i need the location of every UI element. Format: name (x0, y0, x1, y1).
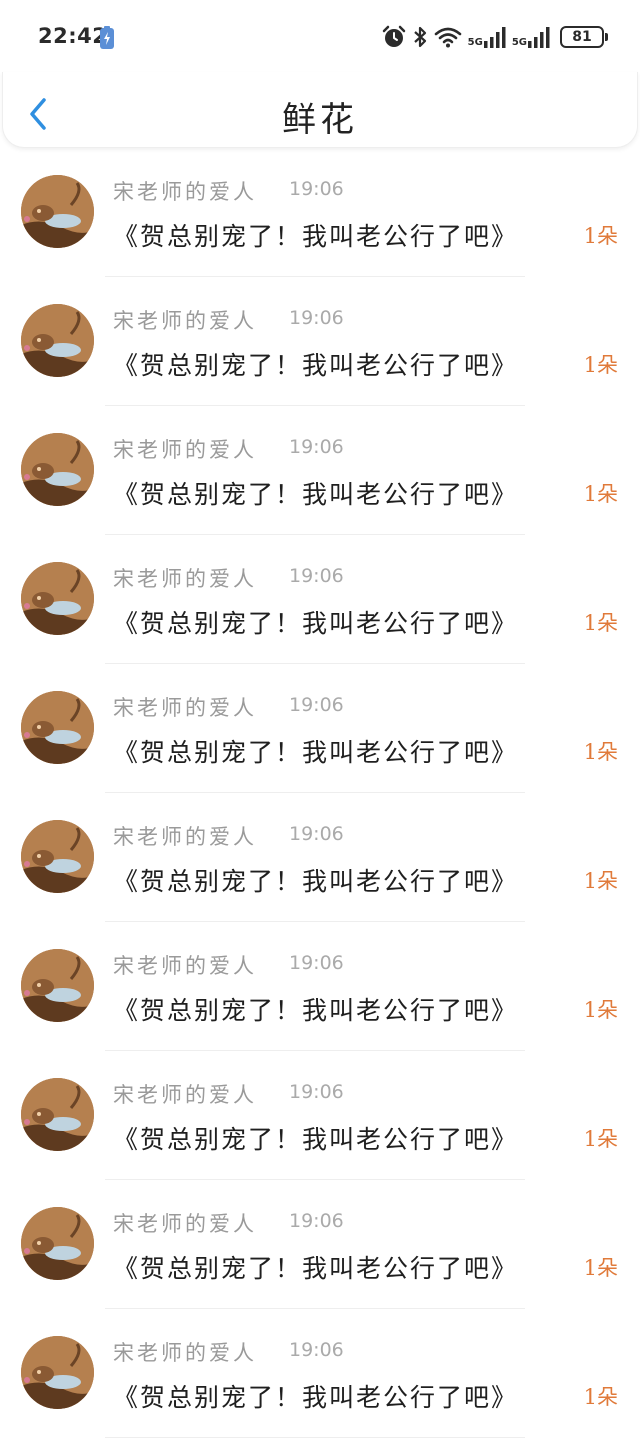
flower-count: 1朵 (583, 611, 618, 635)
avatar[interactable] (21, 691, 94, 764)
message-text: 《贺总别宠了！我叫老公行了吧》 (113, 738, 519, 767)
message-time: 19:06 (289, 694, 344, 716)
avatar[interactable] (21, 1336, 94, 1409)
network-type-2: 5G (511, 37, 527, 48)
message-time: 19:06 (289, 1339, 344, 1361)
list-item[interactable]: 宋老师的爱人 19:06 《贺总别宠了！我叫老公行了吧》 1朵 (0, 406, 640, 535)
message-text: 《贺总别宠了！我叫老公行了吧》 (113, 1383, 519, 1412)
avatar[interactable] (21, 1078, 94, 1151)
flower-count: 1朵 (583, 740, 618, 764)
sender-name: 宋老师的爱人 (113, 1083, 257, 1107)
flower-count: 1朵 (583, 869, 618, 893)
sender-name: 宋老师的爱人 (113, 825, 257, 849)
signal-2: 5G (512, 26, 550, 48)
message-time: 19:06 (289, 1210, 344, 1232)
avatar[interactable] (21, 562, 94, 635)
message-time: 19:06 (289, 952, 344, 974)
flower-count: 1朵 (583, 1385, 618, 1409)
sender-name: 宋老师的爱人 (113, 696, 257, 720)
page-title: 鲜花 (282, 100, 358, 140)
alarm-icon (382, 25, 406, 49)
message-time: 19:06 (289, 436, 344, 458)
message-text: 《贺总别宠了！我叫老公行了吧》 (113, 480, 519, 509)
message-time: 19:06 (289, 565, 344, 587)
message-text: 《贺总别宠了！我叫老公行了吧》 (113, 351, 519, 380)
sender-name: 宋老师的爱人 (113, 954, 257, 978)
message-text: 《贺总别宠了！我叫老公行了吧》 (113, 1125, 519, 1154)
list-item[interactable]: 宋老师的爱人 19:06 《贺总别宠了！我叫老公行了吧》 1朵 (0, 1309, 640, 1438)
battery-level: 81 (572, 29, 592, 45)
message-text: 《贺总别宠了！我叫老公行了吧》 (113, 222, 519, 251)
flower-count: 1朵 (583, 482, 618, 506)
sender-name: 宋老师的爱人 (113, 1212, 257, 1236)
flower-count: 1朵 (583, 353, 618, 377)
message-time: 19:06 (289, 823, 344, 845)
message-time: 19:06 (289, 178, 344, 200)
avatar[interactable] (21, 433, 94, 506)
avatar[interactable] (21, 820, 94, 893)
message-text: 《贺总别宠了！我叫老公行了吧》 (113, 867, 519, 896)
list-item[interactable]: 宋老师的爱人 19:06 《贺总别宠了！我叫老公行了吧》 1朵 (0, 1180, 640, 1309)
list-item[interactable]: 宋老师的爱人 19:06 《贺总别宠了！我叫老公行了吧》 1朵 (0, 1051, 640, 1180)
message-text: 《贺总别宠了！我叫老公行了吧》 (113, 609, 519, 638)
network-type-1: 5G (467, 37, 483, 48)
message-time: 19:06 (289, 1081, 344, 1103)
battery-icon: 81 (560, 26, 608, 48)
sender-name: 宋老师的爱人 (113, 438, 257, 462)
avatar[interactable] (21, 1207, 94, 1280)
signal-1: 5G (468, 26, 506, 48)
avatar[interactable] (21, 949, 94, 1022)
list-item[interactable]: 宋老师的爱人 19:06 《贺总别宠了！我叫老公行了吧》 1朵 (0, 664, 640, 793)
signal-bars-icon (483, 27, 506, 48)
flower-count: 1朵 (583, 1256, 618, 1280)
flower-count: 1朵 (583, 1127, 618, 1151)
sender-name: 宋老师的爱人 (113, 309, 257, 333)
status-icons: 5G 5G 81 (382, 22, 608, 52)
sender-name: 宋老师的爱人 (113, 180, 257, 204)
avatar[interactable] (21, 304, 94, 377)
sender-name: 宋老师的爱人 (113, 567, 257, 591)
avatar[interactable] (21, 175, 94, 248)
list-item[interactable]: 宋老师的爱人 19:06 《贺总别宠了！我叫老公行了吧》 1朵 (0, 148, 640, 277)
list-item[interactable]: 宋老师的爱人 19:06 《贺总别宠了！我叫老公行了吧》 1朵 (0, 277, 640, 406)
flower-count: 1朵 (583, 224, 618, 248)
status-bar: 22:42 5G 5G 81 (0, 0, 640, 72)
message-text: 《贺总别宠了！我叫老公行了吧》 (113, 1254, 519, 1283)
flower-list: 宋老师的爱人 19:06 《贺总别宠了！我叫老公行了吧》 1朵 宋老师的爱人 1… (0, 148, 640, 1438)
flower-count: 1朵 (583, 998, 618, 1022)
bluetooth-icon (412, 25, 428, 49)
list-item[interactable]: 宋老师的爱人 19:06 《贺总别宠了！我叫老公行了吧》 1朵 (0, 535, 640, 664)
message-text: 《贺总别宠了！我叫老公行了吧》 (113, 996, 519, 1025)
message-time: 19:06 (289, 307, 344, 329)
wifi-icon (434, 26, 462, 48)
status-time: 22:42 (38, 24, 108, 48)
sender-name: 宋老师的爱人 (113, 1341, 257, 1365)
list-item[interactable]: 宋老师的爱人 19:06 《贺总别宠了！我叫老公行了吧》 1朵 (0, 793, 640, 922)
battery-saver-icon (100, 26, 114, 49)
header: 鲜花 (2, 72, 638, 148)
signal-bars-icon (528, 27, 550, 48)
list-item[interactable]: 宋老师的爱人 19:06 《贺总别宠了！我叫老公行了吧》 1朵 (0, 922, 640, 1051)
